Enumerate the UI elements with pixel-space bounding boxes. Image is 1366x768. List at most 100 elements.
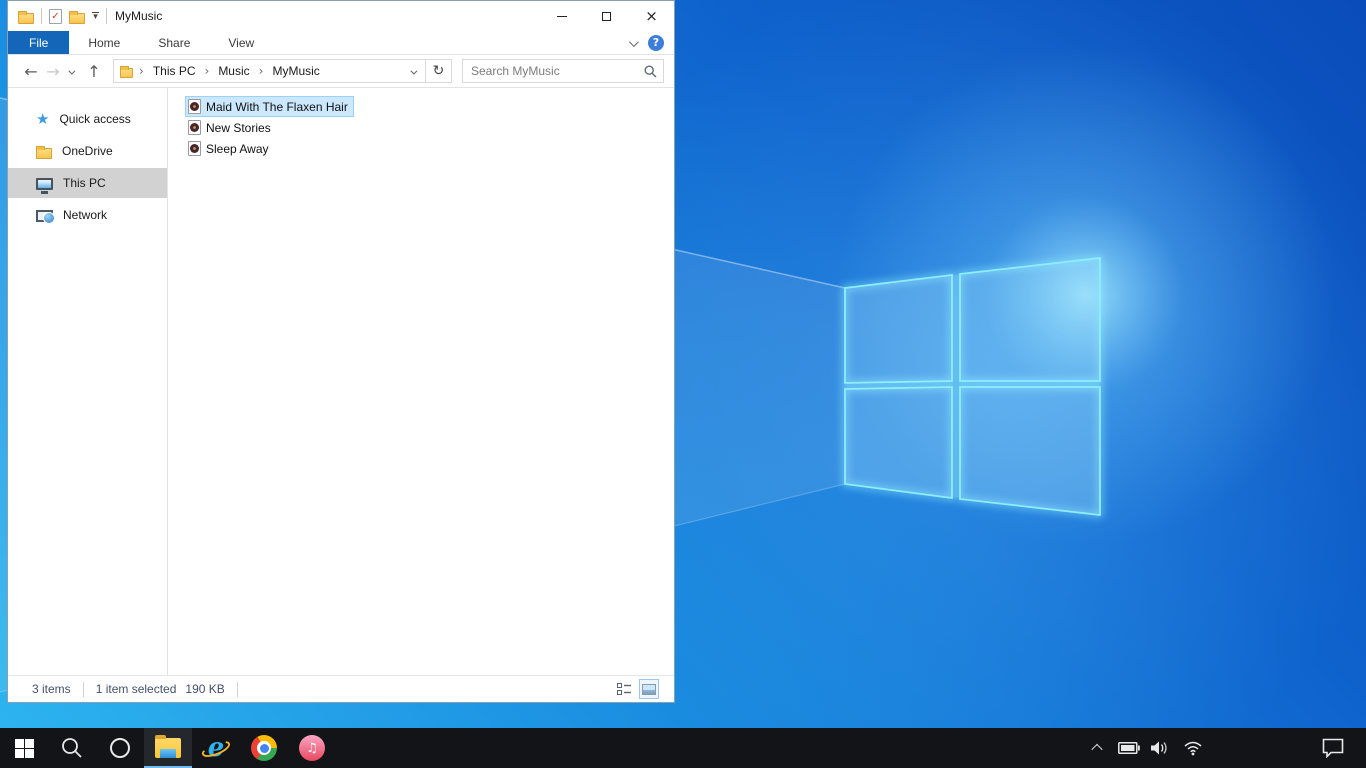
address-dropdown-button[interactable] [404, 64, 421, 78]
address-bar[interactable]: › This PC › Music › MyMusic [113, 59, 426, 83]
refresh-button[interactable]: ↻ [426, 59, 452, 83]
large-icons-view-icon [642, 683, 656, 695]
expand-ribbon-button[interactable] [628, 36, 639, 50]
breadcrumb-separator-icon: › [139, 64, 144, 78]
file-row[interactable]: Maid With The Flaxen Hair [185, 96, 354, 117]
window-content: ★ Quick access OneDrive This PC Network … [8, 88, 674, 675]
minimize-icon [556, 15, 567, 17]
taskbar-internet-explorer-button[interactable]: e [192, 728, 240, 768]
location-folder-icon [120, 66, 133, 78]
file-explorer-icon [155, 735, 181, 758]
file-name: New Stories [206, 120, 271, 135]
cortana-icon [110, 738, 130, 758]
file-row[interactable]: New Stories [185, 117, 277, 138]
chevron-down-icon [628, 36, 639, 47]
sidebar-item-this-pc[interactable]: This PC [8, 168, 167, 198]
breadcrumb-separator-icon: › [258, 64, 264, 78]
toolbar-separator [106, 8, 107, 24]
battery-indicator[interactable] [1116, 728, 1142, 768]
breadcrumb-mymusic[interactable]: MyMusic [269, 64, 322, 78]
minimize-button[interactable] [539, 1, 584, 31]
chevron-down-icon [410, 67, 418, 75]
status-bar: 3 items 1 item selected 190 KB [8, 675, 674, 702]
quick-access-star-icon: ★ [36, 109, 50, 128]
volume-indicator[interactable] [1148, 728, 1174, 768]
large-icons-view-button[interactable] [639, 679, 659, 699]
sidebar-item-label: Network [63, 208, 108, 222]
network-icon [36, 210, 55, 224]
file-rows: Maid With The Flaxen Hair New Stories Sl… [185, 96, 674, 159]
breadcrumb-music[interactable]: Music [215, 64, 252, 78]
details-view-button[interactable] [615, 680, 633, 698]
back-button[interactable]: ← [20, 62, 42, 81]
itunes-icon: ♫ [299, 735, 325, 761]
file-name: Maid With The Flaxen Hair [206, 99, 348, 114]
sidebar-item-label: OneDrive [62, 144, 113, 158]
internet-explorer-icon: e [199, 734, 233, 762]
taskbar: e ♫ [0, 728, 1366, 768]
taskbar-itunes-button[interactable]: ♫ [288, 728, 336, 768]
close-button[interactable]: × [629, 1, 674, 31]
new-folder-button[interactable] [69, 10, 85, 24]
quick-access-toolbar: ✓ ▾ [8, 8, 107, 24]
maximize-icon [602, 11, 611, 21]
taskbar-search-button[interactable] [48, 728, 96, 768]
tab-file[interactable]: File [8, 31, 70, 54]
details-view-icon [616, 682, 631, 695]
caption-buttons: × [539, 1, 674, 31]
navigation-pane: ★ Quick access OneDrive This PC Network [8, 88, 168, 675]
search-icon[interactable] [644, 64, 657, 78]
view-toggles [615, 679, 664, 699]
show-hidden-icons-button[interactable] [1084, 728, 1110, 768]
toolbar-separator [41, 8, 42, 24]
file-explorer-window: ✓ ▾ MyMusic × File Home Share View ? ← → [7, 0, 675, 703]
taskbar-file-explorer-button[interactable] [144, 728, 192, 768]
system-tray [1084, 728, 1366, 768]
window-folder-icon [18, 10, 34, 24]
sidebar-item-quick-access[interactable]: ★ Quick access [8, 104, 167, 134]
items-count: 3 items [32, 682, 71, 696]
search-box [462, 59, 664, 83]
network-indicator[interactable] [1180, 728, 1206, 768]
status-separator [236, 681, 238, 697]
taskbar-chrome-button[interactable] [240, 728, 288, 768]
properties-button[interactable]: ✓ [49, 8, 62, 24]
forward-button[interactable]: → [42, 62, 64, 81]
start-button[interactable] [0, 728, 48, 768]
chevron-up-icon [1091, 743, 1103, 756]
file-list[interactable]: Maid With The Flaxen Hair New Stories Sl… [168, 88, 674, 675]
breadcrumb-this-pc[interactable]: This PC [150, 64, 199, 78]
up-button[interactable]: ↑ [83, 62, 105, 81]
cortana-button[interactable] [96, 728, 144, 768]
help-button[interactable]: ? [648, 34, 664, 51]
chevron-down-icon [68, 67, 76, 75]
search-input[interactable] [463, 64, 644, 78]
customize-toolbar-dropdown[interactable]: ▾ [92, 12, 99, 22]
sidebar-item-network[interactable]: Network [8, 200, 167, 230]
windows-logo-icon [14, 738, 34, 758]
battery-icon [1118, 742, 1140, 754]
search-icon [62, 738, 82, 758]
ribbon-right-controls: ? [628, 31, 674, 54]
window-title: MyMusic [115, 9, 163, 23]
title-bar[interactable]: ✓ ▾ MyMusic × [8, 1, 674, 31]
tab-view[interactable]: View [209, 31, 273, 54]
action-center-icon [1322, 738, 1344, 758]
tab-home[interactable]: Home [69, 31, 139, 54]
audio-file-icon [188, 120, 201, 135]
sidebar-item-onedrive[interactable]: OneDrive [8, 136, 167, 166]
action-center-button[interactable] [1320, 728, 1346, 768]
recent-locations-button[interactable] [64, 64, 77, 78]
selection-count: 1 item selected [95, 682, 177, 696]
address-bar-row: ← → ↑ › This PC › Music › MyMusic ↻ [8, 55, 674, 88]
audio-file-icon [188, 141, 201, 156]
maximize-button[interactable] [584, 1, 629, 31]
selection-size: 190 KB [185, 682, 225, 696]
wifi-icon [1184, 741, 1202, 756]
this-pc-monitor-icon [36, 178, 53, 193]
tab-share[interactable]: Share [139, 31, 209, 54]
file-row[interactable]: Sleep Away [185, 138, 275, 159]
chrome-icon [251, 735, 277, 761]
sidebar-item-label: Quick access [59, 112, 131, 126]
onedrive-folder-icon [36, 145, 52, 159]
